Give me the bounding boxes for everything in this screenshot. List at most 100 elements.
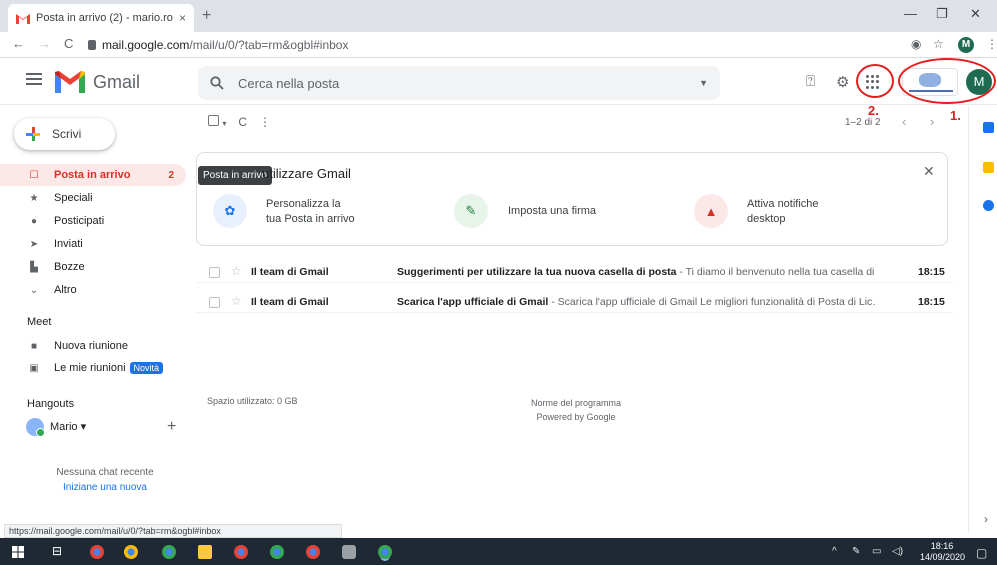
email-star-icon[interactable]: ☆: [231, 294, 242, 308]
email-checkbox[interactable]: [209, 267, 220, 278]
compose-plus-icon: [26, 127, 40, 141]
hangouts-user-menu[interactable]: Mario ▾: [50, 420, 86, 433]
tasks-app-icon[interactable]: [983, 200, 994, 211]
hangouts-section-title: Hangouts: [27, 398, 75, 410]
refresh-icon[interactable]: C: [238, 115, 247, 129]
chrome-taskbar-icon[interactable]: [306, 545, 320, 559]
expand-side-panel-icon[interactable]: ›: [984, 512, 988, 526]
minimize-icon[interactable]: —: [904, 6, 917, 21]
keep-app-icon[interactable]: [983, 162, 994, 173]
email-row[interactable]: ☆ Il team di Gmail Scarica l'app ufficia…: [196, 291, 954, 313]
star-icon: ★: [29, 192, 39, 204]
address-bar[interactable]: mail.google.com/mail/u/0/?tab=rm&ogbl#in…: [88, 35, 908, 55]
browser-tabstrip: Posta in arrivo (2) - mario.rossi@ × + —…: [0, 0, 997, 32]
search-input[interactable]: Cerca nella posta ▼: [198, 66, 720, 100]
gmail-logo-icon: [55, 71, 85, 93]
task-view-icon[interactable]: ⊟: [52, 544, 62, 558]
welcome-card-title: utilizzare Gmail: [262, 166, 351, 181]
sidebar-item-my-meetings[interactable]: ▣ Le mie riunioni Novità: [0, 357, 186, 379]
sidebar-item-label: Posta in arrivo: [54, 169, 131, 181]
welcome-item-customize[interactable]: Personalizza la tua Posta in arrivo: [266, 197, 355, 227]
settings-gear-icon[interactable]: ⚙: [836, 73, 849, 91]
email-sender: Il team di Gmail: [251, 296, 329, 308]
chrome-active-taskbar-icon[interactable]: [378, 545, 392, 559]
help-icon[interactable]: ⍰: [806, 73, 815, 90]
sidebar-item-label: Speciali: [54, 192, 93, 204]
sidebar-item-starred[interactable]: ★ Speciali: [0, 187, 186, 209]
taskbar-clock[interactable]: 18:16 14/09/2020: [920, 541, 965, 563]
email-row[interactable]: ☆ Il team di Gmail Suggerimenti per util…: [196, 261, 954, 283]
restore-icon[interactable]: ❐: [936, 6, 948, 22]
start-new-chat-link[interactable]: Iniziane una nuova: [0, 482, 210, 493]
close-window-icon[interactable]: ✕: [970, 6, 981, 22]
chrome-taskbar-icon[interactable]: [90, 545, 104, 559]
more-actions-icon[interactable]: ⋮: [259, 115, 271, 129]
annotation-label-2: 2.: [868, 103, 879, 118]
customize-inbox-icon[interactable]: ✿: [213, 194, 247, 228]
battery-icon[interactable]: ▭: [872, 546, 881, 557]
sidebar-item-new-meeting[interactable]: ■ Nuova riunione: [0, 335, 186, 357]
send-icon: ➤: [29, 238, 39, 250]
file-explorer-icon[interactable]: [198, 545, 212, 559]
new-chat-plus-icon[interactable]: +: [167, 418, 176, 436]
windows-start-icon[interactable]: [12, 546, 24, 558]
welcome-close-icon[interactable]: ✕: [923, 163, 935, 180]
tray-chevron-icon[interactable]: ^: [832, 546, 837, 557]
main-menu-icon[interactable]: [26, 73, 42, 85]
next-page-icon[interactable]: ›: [930, 114, 934, 129]
volume-icon[interactable]: ◁): [892, 546, 903, 557]
sidebar-item-drafts[interactable]: ▙ Bozze: [0, 256, 186, 278]
tab-close-icon[interactable]: ×: [179, 11, 186, 25]
chrome-taskbar-icon[interactable]: [234, 545, 248, 559]
sidebar-item-label: Bozze: [54, 261, 85, 273]
search-options-icon[interactable]: ▼: [699, 78, 708, 88]
draft-icon: ▙: [30, 261, 38, 273]
gmail-favicon-icon: [16, 13, 30, 24]
notifications-icon[interactable]: ▢: [976, 546, 987, 560]
email-star-icon[interactable]: ☆: [231, 264, 242, 278]
hangouts-avatar[interactable]: [26, 418, 45, 437]
browser-profile-avatar[interactable]: M: [958, 37, 974, 53]
browser-tab[interactable]: Posta in arrivo (2) - mario.rossi@ ×: [8, 4, 194, 32]
annotation-label-1: 1.: [950, 108, 961, 123]
sidebar-item-sent[interactable]: ➤ Inviati: [0, 233, 186, 255]
sidebar-item-label: Altro: [54, 284, 77, 296]
annotation-circle-apps: [856, 64, 894, 98]
welcome-item-signature[interactable]: Imposta una firma: [508, 204, 596, 219]
search-placeholder: Cerca nella posta: [238, 75, 340, 91]
signature-pen-icon[interactable]: ✎: [454, 194, 488, 228]
eye-icon[interactable]: ◉: [911, 37, 921, 51]
calendar-icon: ▣: [29, 362, 39, 374]
link-status-bar: https://mail.google.com/mail/u/0/?tab=rm…: [4, 524, 342, 538]
meet-section-title: Meet: [27, 316, 52, 328]
sidebar-item-label: Inviati: [54, 238, 83, 250]
program-policies-link[interactable]: Norme del programma: [500, 396, 652, 410]
welcome-item-notifications[interactable]: Attiva notifiche desktop: [747, 197, 819, 227]
sidebar-item-inbox[interactable]: ☐ Posta in arrivo 2: [0, 164, 186, 186]
chrome-taskbar-icon[interactable]: [270, 545, 284, 559]
email-subject-line: Suggerimenti per utilizzare la tua nuova…: [397, 266, 877, 278]
chrome-taskbar-icon[interactable]: [162, 545, 176, 559]
sidebar-item-more[interactable]: ⌄ Altro: [0, 279, 186, 301]
new-badge: Novità: [129, 362, 164, 374]
pen-tray-icon[interactable]: ✎: [852, 546, 860, 557]
calendar-app-icon[interactable]: [983, 122, 994, 133]
email-checkbox[interactable]: [209, 297, 220, 308]
bookmark-star-icon[interactable]: ☆: [933, 37, 944, 51]
chrome-taskbar-icon[interactable]: [124, 545, 138, 559]
new-tab-icon[interactable]: +: [202, 7, 211, 25]
compose-button[interactable]: Scrivi: [14, 118, 115, 150]
reload-icon[interactable]: C: [64, 36, 73, 51]
back-icon[interactable]: ←: [12, 36, 25, 51]
gmail-brand: Gmail: [93, 72, 141, 92]
sidebar-item-snoozed[interactable]: ● Posticipati: [0, 210, 186, 232]
notification-bell-icon[interactable]: ▲: [694, 194, 728, 228]
forward-icon[interactable]: →: [38, 36, 51, 51]
prev-page-icon[interactable]: ‹: [902, 114, 906, 129]
select-all-checkbox[interactable]: ▾: [208, 115, 226, 129]
email-sender: Il team di Gmail: [251, 266, 329, 278]
browser-menu-icon[interactable]: ⋮: [986, 37, 997, 51]
paint-app-icon[interactable]: [342, 545, 356, 559]
email-time: 18:15: [918, 296, 945, 308]
lock-icon: [88, 40, 96, 50]
